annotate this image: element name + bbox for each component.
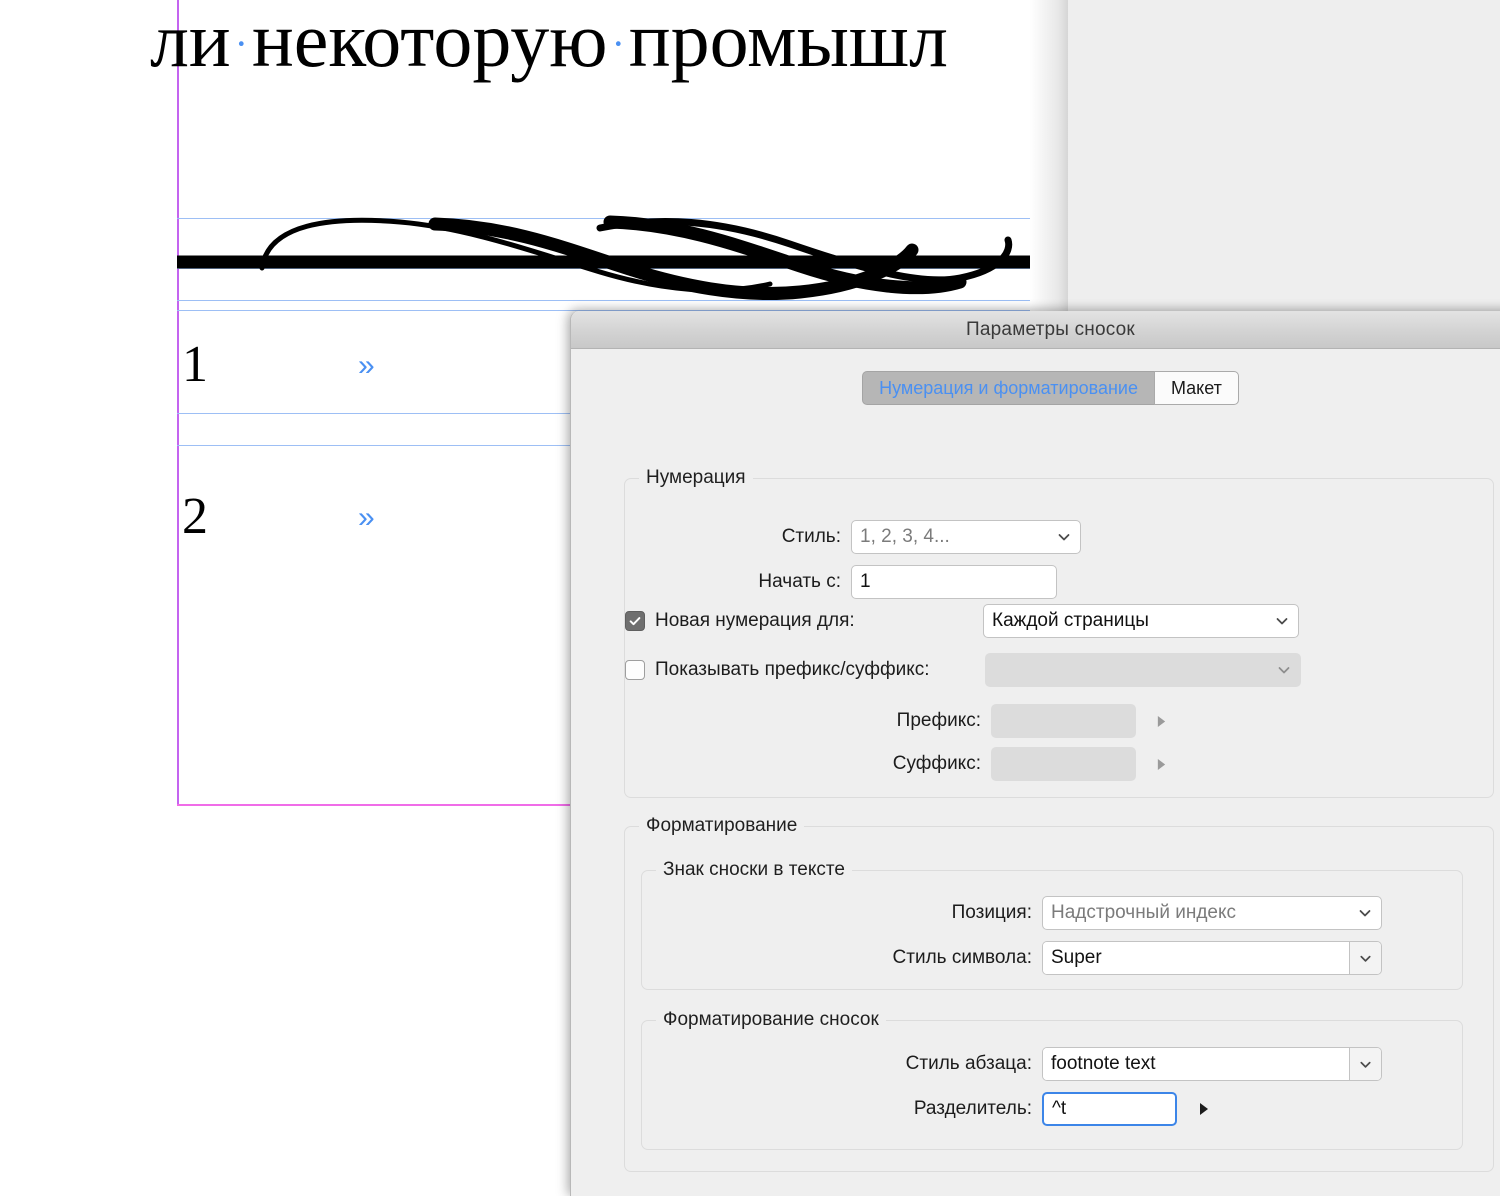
position-row: Позиция: Надстрочный индекс <box>928 896 1382 930</box>
chevron-down-icon <box>1276 662 1292 678</box>
prefix-input[interactable] <box>991 704 1136 738</box>
formatting-group-title: Форматирование <box>639 815 804 837</box>
dialog-body: Нумерация и форматирование Макет Нумерац… <box>571 364 1500 1196</box>
show-prefix-suffix-row: Показывать префикс/суффикс: <box>625 659 1495 681</box>
start-at-value: 1 <box>860 571 871 593</box>
footnote-entry: 1» <box>182 336 375 395</box>
footnote-settings-dialog: Параметры сносок Нумерация и форматирова… <box>570 311 1500 1196</box>
tab-numbering-and-formatting[interactable]: Нумерация и форматирование <box>862 371 1154 405</box>
restart-numbering-label: Новая нумерация для: <box>655 610 855 632</box>
tab-label: Нумерация и форматирование <box>879 378 1138 399</box>
separator-input[interactable]: ^t <box>1042 1092 1177 1126</box>
body-text-fragment-1: ли <box>150 0 231 83</box>
body-text-fragment-3: промышл <box>629 0 948 83</box>
tab-layout[interactable]: Макет <box>1154 371 1239 405</box>
show-prefix-suffix-checkbox[interactable] <box>625 660 645 680</box>
paragraph-style-label: Стиль абзаца: <box>864 1053 1032 1075</box>
chevron-down-icon <box>1358 1057 1373 1072</box>
char-style-combobox[interactable]: Super <box>1042 941 1382 975</box>
triangle-right-icon <box>1198 1102 1210 1116</box>
chevron-down-icon <box>1274 613 1290 629</box>
char-style-label: Стиль символа: <box>864 947 1032 969</box>
footnote-number: 1 <box>182 336 208 393</box>
footnote-marker-group-title: Знак сноски в тексте <box>656 859 852 881</box>
tab-marker-icon: » <box>358 349 375 382</box>
paragraph-style-combobox[interactable]: footnote text <box>1042 1047 1382 1081</box>
prefix-label: Префикс: <box>865 710 981 732</box>
suffix-row: Суффикс: <box>865 747 1172 781</box>
suffix-expand-button[interactable] <box>1150 753 1172 775</box>
tab-marker-icon: » <box>358 501 375 534</box>
space-marker-icon: · <box>608 21 629 66</box>
footnote-formatting-group: Форматирование сносок Стиль абзаца: foot… <box>641 1020 1463 1150</box>
suffix-label: Суффикс: <box>865 753 981 775</box>
restart-numbering-dropdown[interactable]: Каждой страницы <box>983 604 1299 638</box>
checkmark-icon <box>628 614 642 628</box>
numbering-group-title: Нумерация <box>639 467 753 489</box>
screen: ли·некоторую·промышл 1» 2» Парамет <box>0 0 1500 1196</box>
paragraph-style-value: footnote text <box>1043 1048 1349 1080</box>
style-dropdown-value: 1, 2, 3, 4... <box>860 526 1056 548</box>
position-dropdown-value: Надстрочный индекс <box>1051 902 1357 924</box>
start-at-label: Начать с: <box>715 571 841 593</box>
suffix-input[interactable] <box>991 747 1136 781</box>
body-text-fragment-2: некоторую <box>252 0 608 83</box>
style-row: Стиль: 1, 2, 3, 4... <box>745 520 1081 554</box>
triangle-right-icon <box>1156 715 1167 728</box>
style-label: Стиль: <box>745 526 841 548</box>
margin-guide-vertical <box>177 0 179 806</box>
space-marker-icon: · <box>231 21 252 66</box>
baseline-guide <box>177 300 1060 301</box>
footnote-number: 2 <box>182 488 208 545</box>
baseline-guide <box>177 218 1060 219</box>
separator-value: ^t <box>1052 1098 1066 1120</box>
prefix-row: Префикс: <box>865 704 1172 738</box>
dialog-titlebar[interactable]: Параметры сносок <box>571 311 1500 349</box>
formatting-group: Форматирование Знак сноски в тексте Пози… <box>624 826 1494 1172</box>
show-prefix-suffix-label: Показывать префикс/суффикс: <box>655 659 930 681</box>
chevron-down-icon <box>1056 529 1072 545</box>
char-style-dropdown-button[interactable] <box>1349 942 1381 974</box>
separator-row: Разделитель: ^t <box>864 1092 1215 1126</box>
footnote-separator-ornament <box>0 200 1070 310</box>
restart-numbering-row: Новая нумерация для: Каждой страницы <box>625 610 1495 632</box>
separator-expand-button[interactable] <box>1193 1098 1215 1120</box>
chevron-down-icon <box>1357 905 1373 921</box>
paragraph-style-row: Стиль абзаца: footnote text <box>864 1047 1382 1081</box>
baseline-guide <box>177 268 1060 269</box>
prefix-expand-button[interactable] <box>1150 710 1172 732</box>
start-at-row: Начать с: 1 <box>715 565 1057 599</box>
tab-strip: Нумерация и форматирование Макет <box>571 364 1500 412</box>
paragraph-style-dropdown-button[interactable] <box>1349 1048 1381 1080</box>
separator-label: Разделитель: <box>864 1098 1032 1120</box>
footnote-marker-group: Знак сноски в тексте Позиция: Надстрочны… <box>641 870 1463 990</box>
position-dropdown[interactable]: Надстрочный индекс <box>1042 896 1382 930</box>
restart-numbering-value: Каждой страницы <box>992 610 1274 632</box>
footnote-entry: 2» <box>182 488 375 547</box>
numbering-group: Нумерация Стиль: 1, 2, 3, 4... Начать с: <box>624 478 1494 798</box>
chevron-down-icon <box>1358 951 1373 966</box>
dialog-title: Параметры сносок <box>966 319 1135 341</box>
char-style-row: Стиль символа: Super <box>864 941 1382 975</box>
footnote-formatting-group-title: Форматирование сносок <box>656 1009 886 1031</box>
position-label: Позиция: <box>928 902 1032 924</box>
triangle-right-icon <box>1156 758 1167 771</box>
char-style-value: Super <box>1043 942 1349 974</box>
prefix-suffix-dropdown[interactable] <box>985 653 1301 687</box>
style-dropdown[interactable]: 1, 2, 3, 4... <box>851 520 1081 554</box>
tab-label: Макет <box>1171 378 1222 399</box>
restart-numbering-checkbox[interactable] <box>625 611 645 631</box>
start-at-input[interactable]: 1 <box>851 565 1057 599</box>
